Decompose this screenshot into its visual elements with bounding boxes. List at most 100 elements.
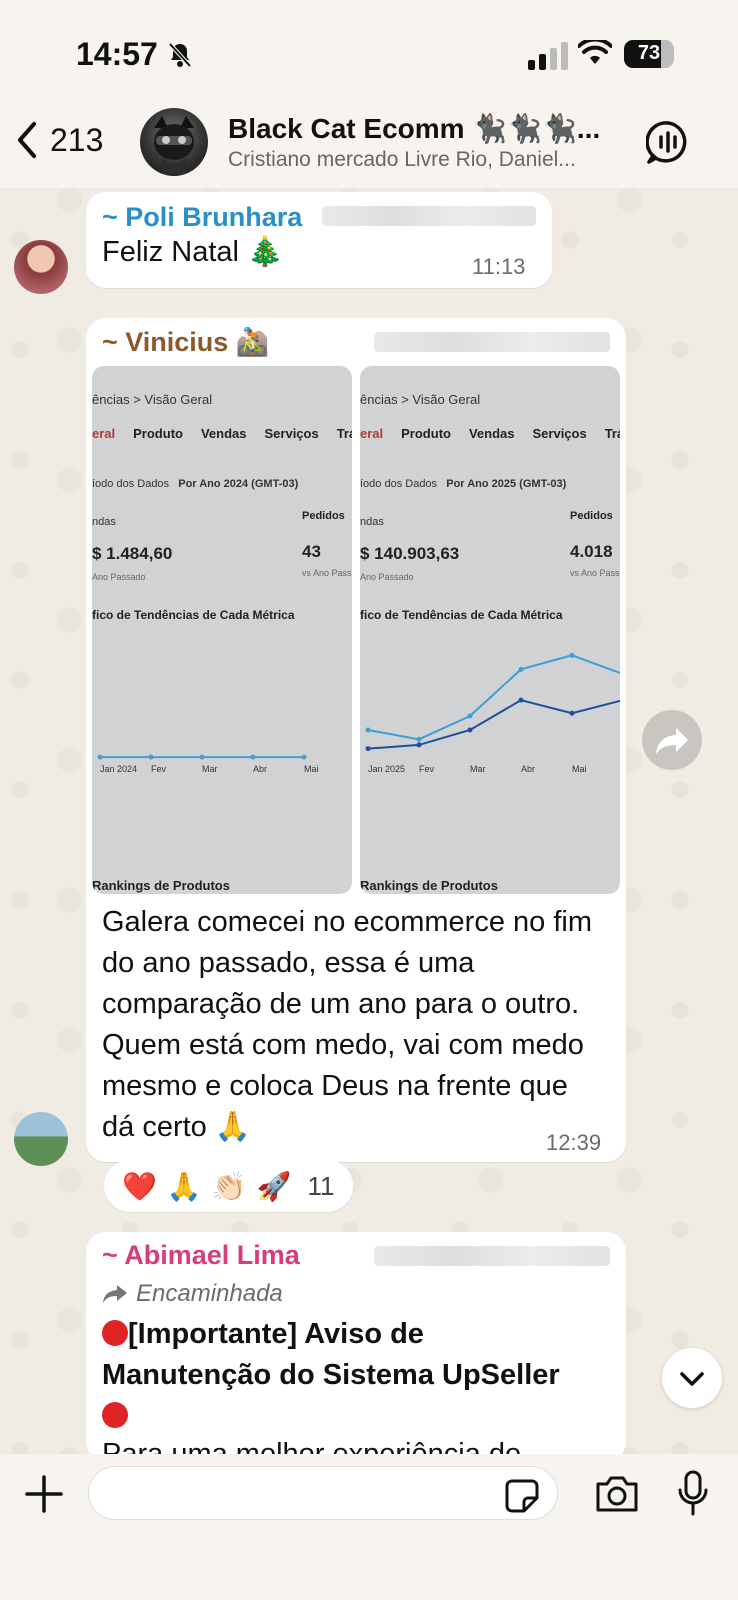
back-button[interactable]: 213 xyxy=(14,120,103,160)
battery-icon: 73 xyxy=(624,40,674,68)
reaction-emoji: 🙏 xyxy=(166,1170,202,1202)
forward-arrow-icon xyxy=(103,1285,127,1303)
data-point-1-4 xyxy=(569,710,575,716)
sticker-icon[interactable] xyxy=(504,1478,540,1514)
x-tick-label: Mai xyxy=(572,764,587,774)
image-orders-label: Pedidos xyxy=(570,510,613,522)
image-breadcrumb: ências > Visão Geral xyxy=(360,392,481,407)
reaction-emoji: 🚀 xyxy=(256,1170,292,1202)
notice-title: [Importante] Aviso de Manutenção do Sist… xyxy=(102,1314,572,1437)
avatar-poli[interactable] xyxy=(14,240,68,294)
data-point-1-1 xyxy=(416,742,422,748)
red-circle-icon xyxy=(102,1320,128,1346)
unread-count: 213 xyxy=(50,121,104,158)
data-point-0-4 xyxy=(301,754,307,760)
x-tick-label: Abr xyxy=(521,764,535,774)
black-cat-logo-icon xyxy=(154,116,194,174)
image-trend-chart: Jan 2025 Fev Mar Abr Mai xyxy=(365,652,620,774)
reaction-emoji: ❤️ xyxy=(122,1170,157,1202)
image-tabs: eralProdutoVendasServiçosTráfeg xyxy=(360,426,620,441)
x-tick-label: Fev xyxy=(419,764,435,774)
data-point-0-4 xyxy=(569,652,575,658)
chevron-left-icon xyxy=(18,122,36,158)
image-trend-chart: Jan 2024 Fev Mar Abr Mai xyxy=(97,754,319,774)
forward-button[interactable] xyxy=(642,710,702,770)
phone-redacted xyxy=(322,206,536,226)
sender-name[interactable]: ~ Poli Brunhara xyxy=(102,202,302,233)
red-circle-icon xyxy=(102,1402,128,1428)
data-point-0-3 xyxy=(250,754,256,760)
data-point-0-1 xyxy=(416,736,422,742)
image-sales-label: ndas xyxy=(360,516,384,528)
image-breadcrumb: ências > Visão Geral xyxy=(92,392,213,407)
phone-redacted xyxy=(374,332,610,352)
sender-name[interactable]: ~ Vinicius 🚵🏻 xyxy=(102,326,269,358)
plus-icon[interactable] xyxy=(24,1474,64,1514)
phone-redacted xyxy=(374,1246,610,1266)
status-bar: 14:57 73 xyxy=(0,0,738,100)
data-point-0-0 xyxy=(365,727,371,733)
image-orders-compare: vs Ano Pass xyxy=(302,568,352,578)
message-text: Galera comecei no ecommerce no fim do an… xyxy=(102,906,592,1143)
data-point-0-2 xyxy=(467,713,473,719)
message-input[interactable] xyxy=(88,1466,558,1520)
image-rankings-label: Rankings de Produtos xyxy=(92,878,230,893)
image-sales-compare: Ano Passado xyxy=(92,572,146,582)
camera-icon[interactable] xyxy=(594,1474,640,1514)
image-sales-value: $ 1.484,60 xyxy=(92,544,173,563)
reaction-count: 11 xyxy=(307,1170,335,1201)
x-tick-label: Fev xyxy=(151,764,167,774)
image-sales-value: $ 140.903,63 xyxy=(360,544,460,563)
reactions-bar[interactable]: ❤️ 🙏 👏🏻 🚀 11 xyxy=(104,1160,353,1212)
image-period: íodo dos Dados Por Ano 2025 (GMT-03) xyxy=(360,478,567,490)
message-bubble-1[interactable]: ~ Poli Brunhara Feliz Natal 🎄 11:13 xyxy=(86,192,552,288)
data-point-0-1 xyxy=(148,754,154,760)
x-tick-label: Jan 2024 xyxy=(100,764,137,774)
scroll-to-bottom-button[interactable] xyxy=(662,1348,722,1408)
image-orders-value: 4.018 xyxy=(570,542,613,561)
image-orders-compare: vs Ano Pass xyxy=(570,568,620,578)
chat-header: 213 Black Cat Ecomm 🐈‍⬛🐈‍⬛🐈‍⬛... Cristia… xyxy=(0,100,738,188)
group-members[interactable]: Cristiano mercado Livre Rio, Daniel... xyxy=(228,148,618,172)
voice-call-icon[interactable] xyxy=(646,120,690,164)
image-attachment-2025[interactable]: ências > Visão Geral eral Produto Vendas Se… xyxy=(360,366,620,894)
data-point-1-2 xyxy=(467,727,473,733)
group-name[interactable]: Black Cat Ecomm 🐈‍⬛🐈‍⬛🐈‍⬛... xyxy=(228,112,608,145)
image-attachment-2024[interactable]: ências > Visão Geral eral Produto Vendas Se… xyxy=(92,366,352,894)
series-line-1 xyxy=(367,699,620,750)
sender-name[interactable]: ~ Abimael Lima xyxy=(102,1240,300,1271)
signal-icon xyxy=(528,42,568,70)
image-orders-label: Pedidos xyxy=(302,510,345,522)
data-point-1-3 xyxy=(518,697,524,703)
data-point-0-3 xyxy=(518,666,524,672)
x-tick-label: Mar xyxy=(470,764,486,774)
reaction-emoji: 👏🏻 xyxy=(211,1170,247,1202)
message-time: 11:13 xyxy=(472,254,526,279)
image-tabs: eralProdutoVendasServiçosTráfeg xyxy=(92,426,352,441)
image-sales-compare: Ano Passado xyxy=(360,572,414,582)
x-tick-label: Abr xyxy=(253,764,267,774)
data-point-1-0 xyxy=(365,746,371,752)
status-time: 14:57 xyxy=(76,36,158,72)
image-period: íodo dos Dados Por Ano 2024 (GMT-03) xyxy=(92,478,299,490)
x-tick-label: Jan 2025 xyxy=(368,764,405,774)
image-sales-label: ndas xyxy=(92,516,116,528)
group-avatar[interactable] xyxy=(140,108,208,176)
message-text: Feliz Natal 🎄 xyxy=(102,236,284,268)
message-time: 12:39 xyxy=(546,1130,602,1155)
data-point-0-2 xyxy=(199,754,205,760)
microphone-icon[interactable] xyxy=(676,1470,710,1516)
avatar-vinicius[interactable] xyxy=(14,1112,68,1166)
wifi-icon xyxy=(578,40,612,64)
image-orders-value: 43 xyxy=(302,542,321,561)
series-line-0 xyxy=(367,654,620,741)
image-rankings-label: Rankings de Produtos xyxy=(360,878,498,893)
share-arrow-icon xyxy=(656,728,688,754)
battery-level: 73 xyxy=(637,42,661,64)
chevron-down-icon xyxy=(680,1372,704,1386)
x-tick-label: Mai xyxy=(304,764,319,774)
bell-muted-icon xyxy=(168,42,192,68)
data-point-0-0 xyxy=(97,754,103,760)
x-tick-label: Mar xyxy=(202,764,218,774)
composer-bar xyxy=(0,1454,738,1600)
